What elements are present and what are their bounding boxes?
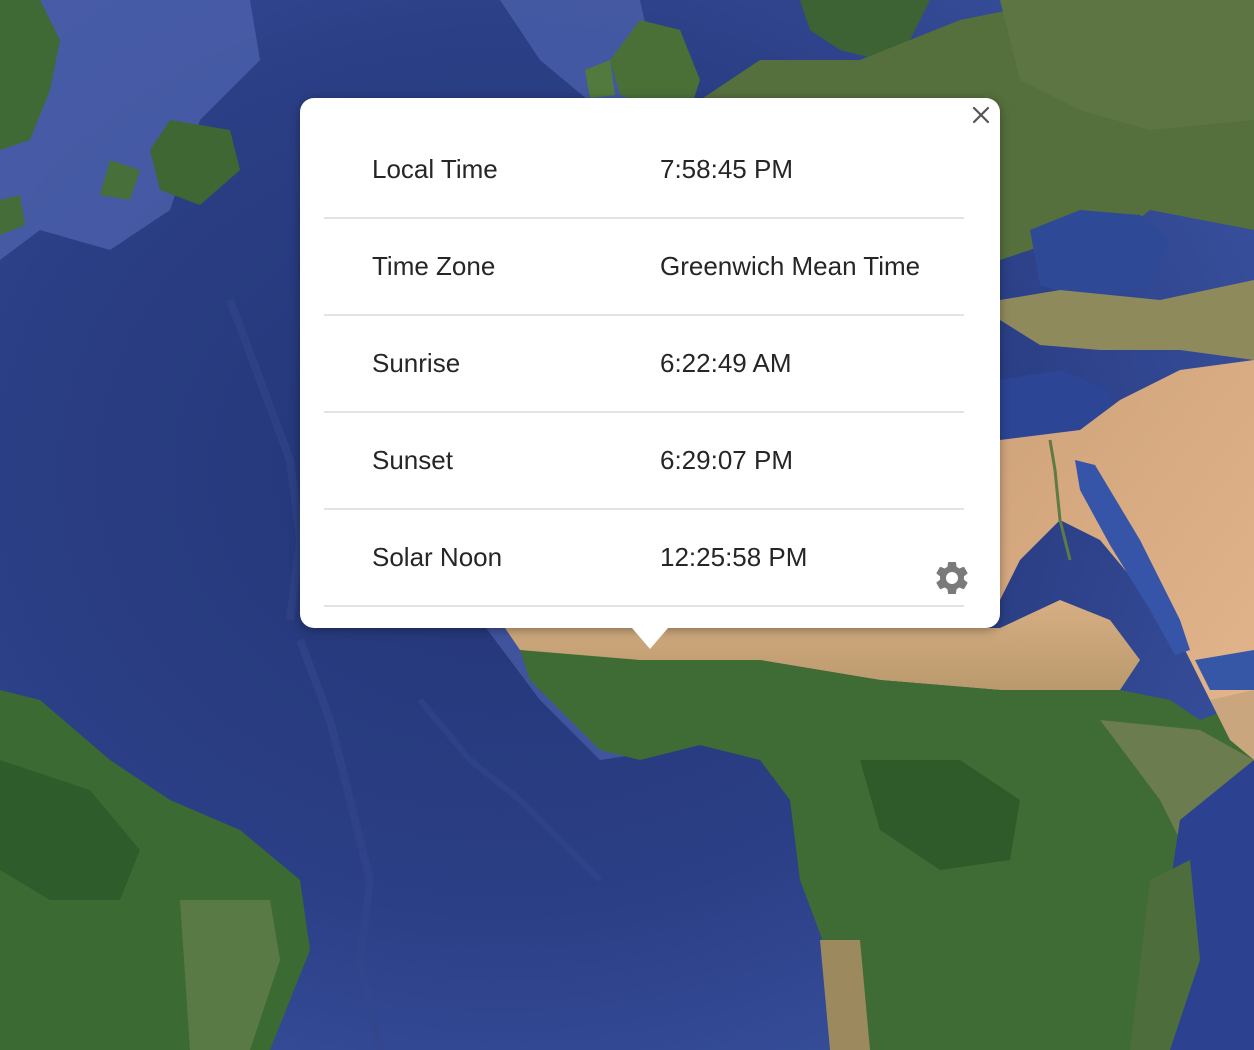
info-row-sunset: Sunset 6:29:07 PM bbox=[324, 413, 964, 510]
row-value: 6:22:49 AM bbox=[660, 348, 792, 378]
row-label: Time Zone bbox=[372, 251, 496, 281]
row-label: Solar Noon bbox=[372, 542, 503, 572]
popup-pointer bbox=[632, 628, 668, 649]
location-info-popup: Local Time 7:58:45 PM Time Zone Greenwic… bbox=[300, 98, 1000, 649]
info-row-time-zone: Time Zone Greenwich Mean Time bbox=[324, 219, 964, 316]
close-icon[interactable] bbox=[971, 105, 991, 130]
info-table: Local Time 7:58:45 PM Time Zone Greenwic… bbox=[324, 122, 964, 607]
row-value: 6:29:07 PM bbox=[660, 445, 793, 475]
row-value: 7:58:45 PM bbox=[660, 154, 793, 184]
row-label: Local Time bbox=[372, 154, 498, 184]
info-row-sunrise: Sunrise 6:22:49 AM bbox=[324, 316, 964, 413]
row-label: Sunset bbox=[372, 445, 453, 475]
settings-button[interactable] bbox=[930, 558, 974, 602]
info-row-local-time: Local Time 7:58:45 PM bbox=[324, 122, 964, 219]
row-value: 12:25:58 PM bbox=[660, 542, 808, 572]
row-label: Sunrise bbox=[372, 348, 461, 378]
close-button[interactable] bbox=[968, 104, 994, 130]
gear-icon[interactable] bbox=[932, 558, 972, 603]
info-row-solar-noon: Solar Noon 12:25:58 PM bbox=[324, 510, 964, 607]
row-value: Greenwich Mean Time bbox=[660, 251, 921, 281]
